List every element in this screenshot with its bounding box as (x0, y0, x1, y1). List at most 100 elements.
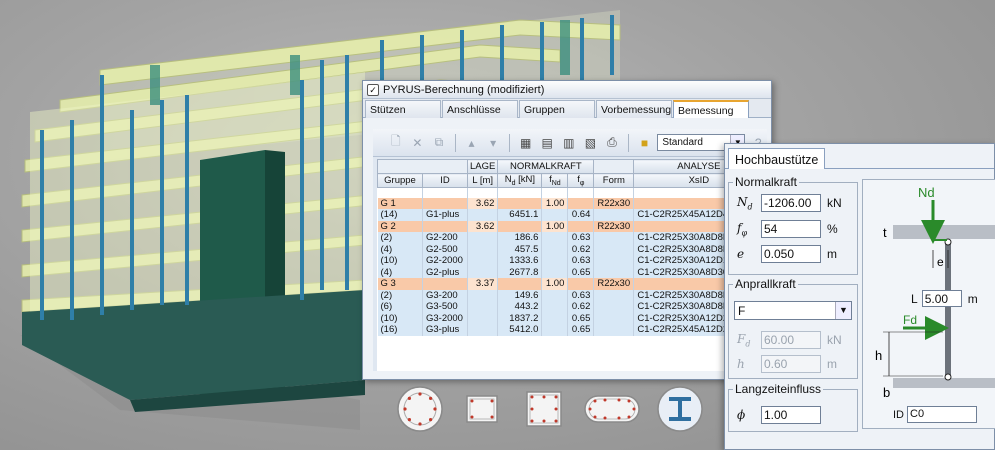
cell-form[interactable] (593, 255, 635, 267)
col-fphi[interactable]: fφ (567, 173, 595, 188)
cell-form[interactable] (593, 312, 635, 324)
cell-form[interactable] (593, 301, 635, 313)
cell-fnd[interactable] (541, 209, 569, 221)
steel-i-section-icon[interactable] (655, 384, 705, 434)
cell-gruppe[interactable]: (16) (377, 324, 423, 336)
cell-nd[interactable]: 186.6 (497, 232, 543, 244)
new-document-icon[interactable]: 🗋 (387, 134, 405, 152)
table-row[interactable]: (4) G2-500 457.5 0.62 C1-C2R25X30A8D8B8 (377, 243, 765, 255)
delete-icon[interactable]: ✕ (409, 134, 427, 152)
cell-fphi[interactable]: 0.63 (567, 255, 595, 267)
table-row[interactable]: (16) G3-plus 5412.0 0.65 C1-C2R25X45A12D20 (377, 324, 765, 336)
cell-fnd[interactable]: 1.00 (541, 220, 569, 232)
cell-id[interactable]: G3-200 (422, 289, 468, 301)
cell-l[interactable] (467, 243, 499, 255)
cell-fnd[interactable] (541, 255, 569, 267)
cell-id[interactable]: G2-plus (422, 266, 468, 278)
cell-fphi[interactable]: 0.65 (567, 324, 595, 336)
circular-section-icon[interactable] (395, 384, 445, 434)
cell-fphi[interactable]: 0.62 (567, 301, 595, 313)
cell-fnd[interactable] (541, 232, 569, 244)
cell-form[interactable]: R22x30 (593, 220, 635, 232)
fphi-input[interactable]: 54 (761, 220, 821, 238)
cell-id[interactable] (422, 197, 468, 209)
cell-form[interactable] (593, 266, 635, 278)
cell-id[interactable]: G2-500 (422, 243, 468, 255)
cell-nd[interactable]: 2677.8 (497, 266, 543, 278)
l-input[interactable]: 5.00 (921, 290, 962, 307)
cell-l[interactable] (467, 232, 499, 244)
cell-nd[interactable]: 443.2 (497, 301, 543, 313)
cell-fphi[interactable]: 0.62 (567, 243, 595, 255)
report-icon[interactable]: ▥ (560, 134, 578, 152)
cell-fphi[interactable] (567, 278, 595, 290)
cell-fnd[interactable]: 1.00 (541, 197, 569, 209)
cell-nd[interactable]: 149.6 (497, 289, 543, 301)
cell-fnd[interactable] (541, 243, 569, 255)
cell-l[interactable] (467, 301, 499, 313)
cell-gruppe[interactable]: (2) (377, 289, 423, 301)
cell-fphi[interactable]: 0.65 (567, 266, 595, 278)
cell-nd[interactable]: 6451.1 (497, 209, 543, 221)
tab-hochbaustuetze[interactable]: Hochbaustütze (728, 148, 826, 169)
design-icon[interactable]: ▤ (538, 134, 556, 152)
cell-fnd[interactable] (541, 289, 569, 301)
cell-fphi[interactable]: 0.64 (567, 209, 595, 221)
table-row[interactable]: (10) G3-2000 1837.2 0.65 C1-C2R25X30A12D20 (377, 312, 765, 324)
cell-fnd[interactable] (541, 266, 569, 278)
cell-gruppe[interactable]: (10) (377, 312, 423, 324)
cell-fnd[interactable]: 1.00 (541, 278, 569, 290)
window-titlebar[interactable]: ✓ PYRUS-Berechnung (modifiziert) (363, 81, 771, 99)
table-row[interactable]: (6) G3-500 443.2 0.62 C1-C2R25X30A8D8B8 (377, 301, 765, 313)
id-input[interactable]: C0 (907, 406, 977, 423)
cell-l[interactable] (467, 324, 499, 336)
cell-l[interactable] (467, 209, 499, 221)
cell-form[interactable]: R22x30 (593, 197, 635, 209)
cell-nd[interactable] (497, 220, 543, 232)
move-up-icon[interactable]: ▴ (463, 134, 481, 152)
cell-nd[interactable] (497, 197, 543, 209)
tab-bemessung[interactable]: Bemessung (673, 100, 749, 118)
rectangular-section-icon[interactable] (519, 384, 569, 434)
phi-input[interactable]: 1.00 (761, 406, 821, 424)
col-l[interactable]: L [m] (466, 173, 499, 188)
oval-section-icon[interactable] (581, 384, 643, 434)
table-row[interactable]: (14) G1-plus 6451.1 0.64 C1-C2R25X45A12D40 (377, 209, 765, 221)
table-row[interactable]: (2) G2-200 186.6 0.63 C1-C2R25X30A8D8B8 (377, 232, 765, 244)
cell-fnd[interactable] (541, 301, 569, 313)
e-input[interactable]: 0.050 (761, 245, 821, 263)
print-icon[interactable]: ⎙ (603, 134, 621, 152)
cell-id[interactable]: G3-500 (422, 301, 468, 313)
cell-gruppe[interactable]: G 1 (377, 197, 423, 209)
chevron-down-icon[interactable]: ▼ (835, 302, 851, 319)
cell-form[interactable] (593, 243, 635, 255)
tab-gruppen[interactable]: Gruppen (519, 100, 595, 118)
cell-id[interactable] (422, 220, 468, 232)
table-group-row[interactable]: G 3 3.37 1.00 R22x30 (377, 278, 765, 290)
tab-stuetzen[interactable]: Stützen (365, 100, 441, 118)
cell-l[interactable] (467, 255, 499, 267)
cell-id[interactable]: G1-plus (422, 209, 468, 221)
cell-gruppe[interactable]: G 2 (377, 220, 423, 232)
cell-nd[interactable] (497, 278, 543, 290)
cell-fphi[interactable]: 0.63 (567, 289, 595, 301)
calculate-icon[interactable]: ▦ (517, 134, 535, 152)
col-form[interactable]: Form (593, 173, 635, 188)
col-fnd[interactable]: fNd (541, 173, 569, 188)
folder-icon[interactable]: ■ (636, 134, 654, 152)
cell-l[interactable] (467, 289, 499, 301)
cell-l[interactable]: 3.37 (467, 278, 499, 290)
cell-id[interactable]: G2-2000 (422, 255, 468, 267)
cell-gruppe[interactable]: G 3 (377, 278, 423, 290)
cell-fphi[interactable]: 0.63 (567, 232, 595, 244)
cell-nd[interactable]: 457.5 (497, 243, 543, 255)
col-nd[interactable]: Nd [kN] (497, 173, 543, 188)
cell-l[interactable]: 3.62 (467, 220, 499, 232)
cell-fphi[interactable] (567, 220, 595, 232)
cell-nd[interactable]: 5412.0 (497, 324, 543, 336)
cell-nd[interactable]: 1333.6 (497, 255, 543, 267)
table-row[interactable]: (4) G2-plus 2677.8 0.65 C1-C2R25X30A8D30B (377, 266, 765, 278)
copy-icon[interactable]: ⧉ (430, 134, 448, 152)
cell-id[interactable]: G3-plus (422, 324, 468, 336)
cell-gruppe[interactable]: (10) (377, 255, 423, 267)
